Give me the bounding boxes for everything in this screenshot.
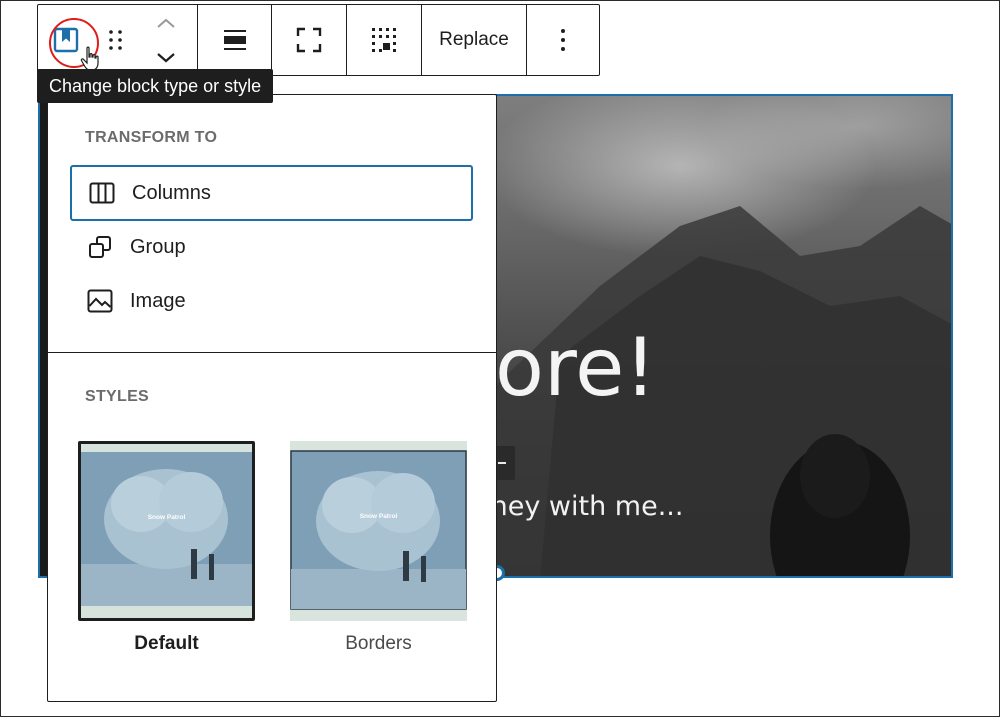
toolbar-group-block [38, 5, 198, 75]
styles-section-title: STYLES [85, 388, 150, 405]
tree-preview-image [81, 444, 252, 618]
drag-dots-icon [109, 30, 122, 50]
cover-heading[interactable]: ore! [495, 328, 656, 408]
preview-caption: Snow Patrol [147, 513, 186, 521]
tooltip: Change block type or style [37, 69, 274, 103]
section-divider [48, 352, 496, 353]
style-label: Default [134, 633, 199, 654]
transform-label: Group [130, 235, 186, 258]
group-icon [86, 233, 114, 261]
transform-label: Columns [132, 181, 211, 204]
image-icon [86, 287, 114, 315]
tree-preview-image [290, 441, 467, 621]
toolbar-group-position [347, 5, 422, 75]
style-label: Borders [345, 633, 412, 654]
move-up-button[interactable] [138, 5, 194, 40]
style-option-default[interactable]: Snow Patrol Default [78, 441, 255, 655]
cover-subtext[interactable]: rney with me... [480, 491, 683, 522]
full-height-button[interactable] [272, 5, 346, 75]
columns-icon [88, 179, 116, 207]
block-switcher-popover: TRANSFORM TO Columns Group Image STYLES … [47, 94, 497, 702]
style-preview: Snow Patrol [78, 441, 255, 621]
toolbar-group-more [527, 5, 599, 75]
align-wide-icon [223, 30, 246, 50]
replace-button[interactable]: Replace [422, 5, 526, 75]
chevron-down-icon [157, 52, 175, 62]
transform-group[interactable]: Group [70, 219, 473, 275]
cover-inline-control [495, 446, 515, 480]
transform-label: Image [130, 289, 186, 312]
block-mover [138, 5, 194, 75]
block-toolbar: Replace [37, 4, 600, 76]
preview-caption: Snow Patrol [359, 513, 398, 520]
toolbar-group-align [198, 5, 272, 75]
fullscreen-icon [296, 27, 322, 53]
transform-image[interactable]: Image [70, 273, 473, 329]
chevron-up-icon [157, 18, 175, 28]
style-option-borders[interactable]: Snow Patrol Borders [290, 441, 467, 655]
style-preview: Snow Patrol [290, 441, 467, 621]
transform-section-title: TRANSFORM TO [85, 129, 218, 146]
transform-columns[interactable]: Columns [70, 165, 473, 221]
toolbar-group-replace: Replace [422, 5, 527, 75]
align-button[interactable] [198, 5, 271, 75]
more-vertical-icon [561, 29, 565, 51]
toolbar-group-fullheight [272, 5, 347, 75]
more-options-button[interactable] [527, 5, 599, 75]
content-position-button[interactable] [347, 5, 421, 75]
position-grid-icon [372, 28, 396, 52]
